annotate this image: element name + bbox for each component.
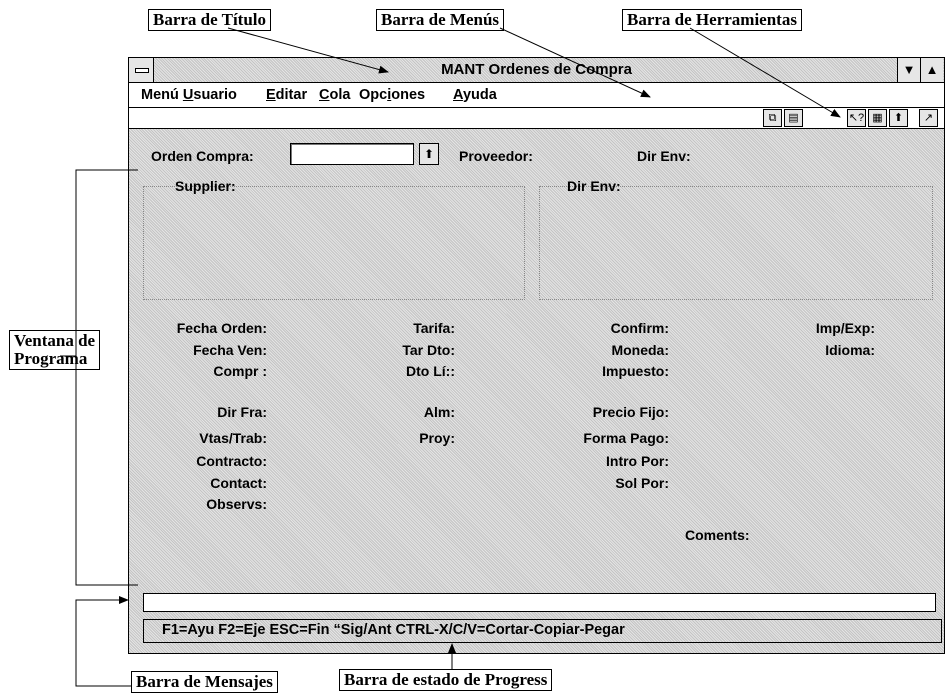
orden-compra-input[interactable] — [290, 143, 414, 165]
dir-env-top-label: Dir Env: — [637, 148, 691, 164]
intro-por-label: Intro Por: — [606, 453, 669, 469]
tarifa-label: Tarifa: — [413, 320, 455, 336]
exit-icon[interactable]: ↗ — [919, 109, 938, 127]
menu-opciones[interactable]: Opciones — [359, 87, 425, 103]
contracto-label: Contracto: — [196, 453, 267, 469]
moneda-label: Moneda: — [611, 342, 669, 358]
status-text: F1=Ayu F2=Eje ESC=Fin “Sig/Ant CTRL-X/C/… — [162, 622, 625, 638]
proveedor-label: Proveedor: — [459, 148, 533, 164]
imp-exp-label: Imp/Exp: — [815, 320, 875, 336]
vtas-trab-label: Vtas/Trab: — [199, 430, 267, 446]
callout-title-bar: Barra de Título — [148, 9, 272, 31]
menu-usuario[interactable]: Menú Usuario — [141, 87, 237, 103]
forma-pago-label: Forma Pago: — [583, 430, 669, 446]
status-bar: F1=Ayu F2=Eje ESC=Fin “Sig/Ant CTRL-X/C/… — [143, 619, 942, 643]
callout-program-window-line2: Programa — [14, 349, 88, 368]
lookup-up-icon[interactable]: ⬆ — [419, 143, 439, 165]
proy-label: Proy: — [419, 430, 455, 446]
dir-env-label: Dir Env: — [567, 178, 621, 194]
callout-menu-bar: Barra de Menús — [376, 9, 505, 31]
supplier-label: Supplier: — [175, 178, 236, 194]
callout-program-window-line1: Ventana de — [14, 331, 96, 350]
menu-cola[interactable]: Cola — [319, 87, 350, 103]
menu-editar[interactable]: Editar — [266, 87, 307, 103]
fecha-orden-label: Fecha Orden: — [176, 320, 267, 336]
idioma-label: Idioma: — [825, 342, 875, 358]
precio-fijo-label: Precio Fijo: — [592, 404, 669, 420]
confirm-label: Confirm: — [610, 320, 669, 336]
sol-por-label: Sol Por: — [615, 475, 669, 491]
menu-ayuda[interactable]: Ayuda — [453, 87, 497, 103]
dto-li-label: Dto Lí:: — [406, 363, 455, 379]
application-window: MANT Ordenes de Compra ▼ ▲ Menú Usuario … — [128, 57, 945, 654]
title-bar[interactable]: MANT Ordenes de Compra ▼ ▲ — [129, 58, 944, 83]
callout-tool-bar: Barra de Herramientas — [622, 9, 802, 31]
up-arrow-icon[interactable]: ⬆ — [889, 109, 908, 127]
help-query-icon[interactable]: ↖? — [847, 109, 866, 127]
dir-env-groupbox — [539, 186, 933, 300]
supplier-groupbox — [143, 186, 525, 300]
alm-label: Alm: — [423, 404, 455, 420]
coments-label: Coments: — [685, 527, 750, 543]
minimize-button[interactable]: ▼ — [897, 58, 920, 82]
arrow-message-bar — [75, 596, 131, 687]
callout-program-window: Ventana de Programa — [9, 330, 101, 370]
callout-status-bar: Barra de estado de Progress — [339, 669, 553, 691]
fecha-ven-label: Fecha Ven: — [193, 342, 267, 358]
paste-icon[interactable]: ▤ — [784, 109, 803, 127]
tool-bar: ⧉ ▤ ↖? ▦ ⬆ ↗ — [129, 108, 944, 129]
compr-label: Compr : — [213, 363, 267, 379]
callout-message-bar: Barra de Mensajes — [131, 671, 278, 693]
orden-compra-label: Orden Compra: — [151, 148, 254, 164]
observs-label: Observs: — [206, 496, 267, 512]
tar-dto-label: Tar Dto: — [402, 342, 455, 358]
copy-icon[interactable]: ⧉ — [763, 109, 782, 127]
menu-bar: Menú Usuario Editar Cola Opciones Ayuda — [129, 83, 944, 108]
message-bar — [143, 593, 936, 612]
contact-label: Contact: — [210, 475, 267, 491]
impuesto-label: Impuesto: — [602, 363, 669, 379]
window-title: MANT Ordenes de Compra — [441, 61, 632, 78]
dir-fra-label: Dir Fra: — [217, 404, 267, 420]
maximize-button[interactable]: ▲ — [920, 58, 943, 82]
notes-icon[interactable]: ▦ — [868, 109, 887, 127]
